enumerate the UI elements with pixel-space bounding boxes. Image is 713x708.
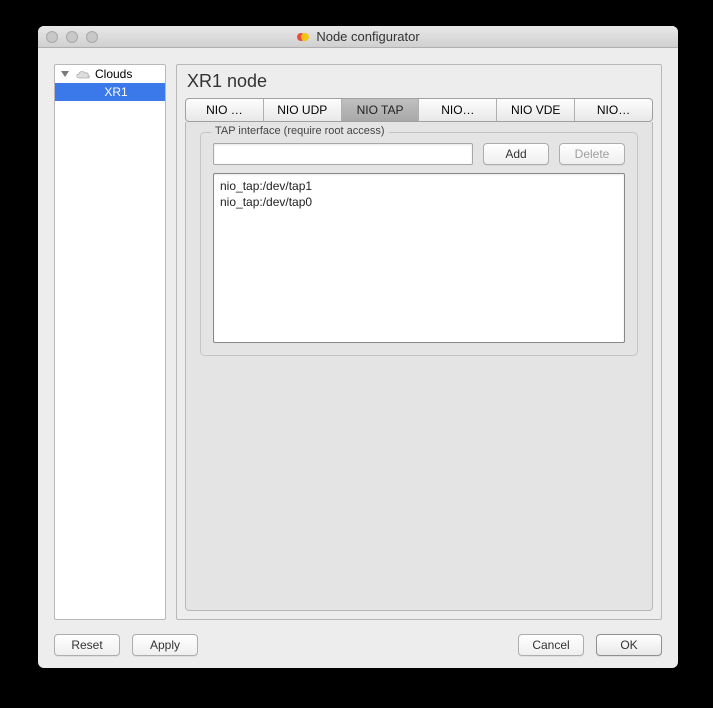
tab-nio-tap[interactable]: NIO TAP — [342, 99, 420, 121]
tab-nio-3[interactable]: NIO… — [419, 99, 497, 121]
list-item[interactable]: nio_tap:/dev/tap0 — [220, 194, 618, 210]
window-body: Clouds XR1 XR1 node NIO … NIO UDP NIO TA… — [38, 48, 678, 668]
content-panel: XR1 node NIO … NIO UDP NIO TAP NIO… NIO … — [176, 64, 662, 620]
tab-nio-1[interactable]: NIO … — [186, 99, 264, 121]
zoom-button[interactable] — [86, 31, 98, 43]
tab-content: TAP interface (require root access) Add … — [185, 122, 653, 611]
tab-nio-vde[interactable]: NIO VDE — [497, 99, 575, 121]
tab-nio-udp[interactable]: NIO UDP — [264, 99, 342, 121]
tree-root-label: Clouds — [95, 67, 132, 81]
tab-bar: NIO … NIO UDP NIO TAP NIO… NIO VDE NIO… — [185, 98, 653, 122]
apply-button[interactable]: Apply — [132, 634, 198, 656]
minimize-button[interactable] — [66, 31, 78, 43]
window-title: Node configurator — [316, 29, 419, 44]
close-button[interactable] — [46, 31, 58, 43]
tap-interface-group: TAP interface (require root access) Add … — [200, 132, 638, 356]
node-tree[interactable]: Clouds XR1 — [54, 64, 166, 620]
reset-button[interactable]: Reset — [54, 634, 120, 656]
node-configurator-window: Node configurator Clouds XR1 — [38, 26, 678, 668]
tree-root-clouds[interactable]: Clouds — [55, 65, 165, 83]
list-item[interactable]: nio_tap:/dev/tap1 — [220, 178, 618, 194]
group-label: TAP interface (require root access) — [211, 125, 389, 137]
window-controls — [38, 31, 98, 43]
titlebar[interactable]: Node configurator — [38, 26, 678, 48]
app-icon — [296, 30, 310, 44]
tap-interface-input[interactable] — [213, 143, 473, 165]
page-title: XR1 node — [185, 69, 653, 98]
cloud-icon — [75, 69, 91, 79]
cancel-button[interactable]: Cancel — [518, 634, 584, 656]
tree-item-xr1[interactable]: XR1 — [55, 83, 165, 101]
add-button[interactable]: Add — [483, 143, 549, 165]
delete-button[interactable]: Delete — [559, 143, 625, 165]
tap-interface-list[interactable]: nio_tap:/dev/tap1 nio_tap:/dev/tap0 — [213, 173, 625, 343]
tab-nio-5[interactable]: NIO… — [575, 99, 652, 121]
disclosure-triangle-icon[interactable] — [61, 71, 69, 77]
dialog-footer: Reset Apply Cancel OK — [54, 620, 662, 656]
ok-button[interactable]: OK — [596, 634, 662, 656]
tree-item-label: XR1 — [71, 85, 161, 99]
